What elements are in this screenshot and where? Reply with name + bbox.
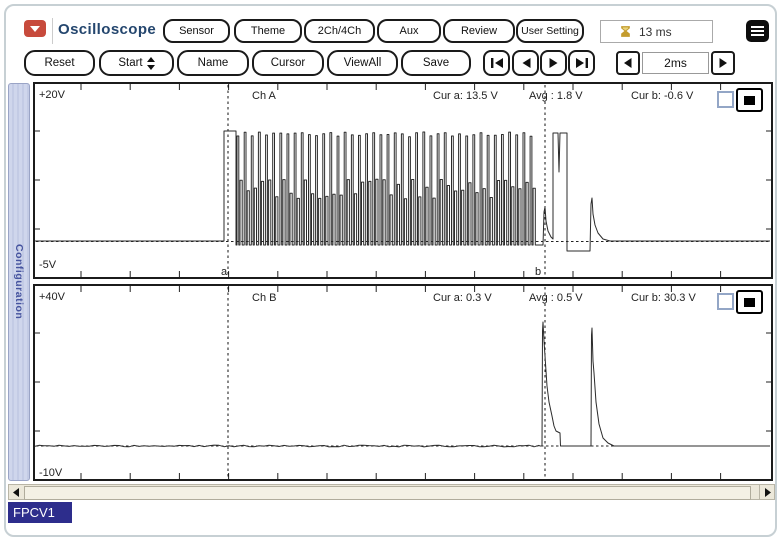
channel-b-top-voltage: +40V [39, 291, 65, 303]
channel-a-top-voltage: +20V [39, 89, 65, 101]
theme-button[interactable]: Theme [234, 19, 302, 43]
configuration-tab[interactable]: Configuration [8, 83, 30, 481]
arrow-left-icon [624, 58, 632, 68]
channel-b-waveform[interactable] [35, 286, 771, 479]
main-menu-button[interactable] [746, 20, 769, 42]
review-button[interactable]: Review [443, 19, 515, 43]
channel-b-cursor-b-readout: Cur b: 30.3 V [631, 292, 696, 304]
dropdown-arrow-icon [30, 25, 40, 32]
channel-a-pane: +20V Ch A Cur a: 13.5 V Avg : 1.8 V Cur … [33, 82, 773, 279]
channel-b-checkbox[interactable] [717, 293, 734, 310]
arrow-left-icon [12, 487, 19, 497]
channel-a-avg-readout: Avg : 1.8 V [529, 90, 583, 102]
channel-a-cursor-a-readout: Cur a: 13.5 V [433, 90, 498, 102]
app-menu-button[interactable] [24, 20, 46, 37]
channel-b-cursor-a-readout: Cur a: 0.3 V [433, 292, 492, 304]
skip-to-end-button[interactable] [568, 50, 595, 76]
arrow-right-icon [764, 487, 771, 497]
skip-end-icon [575, 58, 588, 68]
time-display: 13 ms [600, 20, 713, 43]
filled-square-icon [744, 297, 755, 307]
cursor-a-tag[interactable]: a [221, 266, 227, 278]
timebase-decrease-button[interactable] [616, 51, 640, 75]
channel-b-bottom-voltage: -10V [39, 467, 63, 479]
arrow-left-icon [522, 58, 530, 68]
start-button-label: Start [118, 57, 143, 69]
menu-icon [751, 26, 764, 28]
cursor-button[interactable]: Cursor [252, 50, 324, 76]
user-setting-button[interactable]: User Setting [516, 19, 584, 43]
save-button[interactable]: Save [401, 50, 471, 76]
timebase-increase-button[interactable] [711, 51, 735, 75]
app-title: Oscilloscope [58, 21, 157, 38]
channel-a-display-button[interactable] [736, 88, 763, 112]
channel-mode-button[interactable]: 2Ch/4Ch [304, 19, 375, 43]
step-forward-button[interactable] [540, 50, 567, 76]
channel-b-avg-readout: Avg : 0.5 V [529, 292, 583, 304]
aux-button[interactable]: Aux [377, 19, 441, 43]
timer-icon [621, 26, 630, 37]
channel-a-label: Ch A [252, 90, 276, 102]
configuration-label: Configuration [13, 244, 25, 320]
skip-to-start-button[interactable] [483, 50, 510, 76]
tab-fpcv1[interactable]: FPCV1 [8, 502, 72, 523]
channel-b-pane: +40V Ch B Cur a: 0.3 V Avg : 0.5 V Cur b… [33, 284, 773, 481]
channel-a-cursor-b-readout: Cur b: -0.6 V [631, 90, 694, 102]
arrow-right-icon [719, 58, 727, 68]
time-display-value: 13 ms [639, 24, 672, 39]
skip-start-icon [490, 58, 503, 68]
stepper-icon [146, 56, 155, 70]
channel-a-bottom-voltage: -5V [39, 259, 57, 271]
channel-b-label: Ch B [252, 292, 277, 304]
arrow-right-icon [549, 58, 557, 68]
toolbar-divider [52, 18, 53, 44]
sensor-button[interactable]: Sensor [163, 19, 230, 43]
start-button[interactable]: Start [99, 50, 174, 76]
scrollbar-thumb[interactable] [24, 486, 751, 500]
reset-button[interactable]: Reset [24, 50, 95, 76]
scroll-right-button[interactable] [759, 485, 774, 499]
channel-b-display-button[interactable] [736, 290, 763, 314]
horizontal-scrollbar[interactable] [8, 484, 775, 500]
channel-a-checkbox[interactable] [717, 91, 734, 108]
cursor-b-tag[interactable]: b [535, 266, 541, 278]
timebase-value[interactable]: 2ms [642, 52, 709, 74]
step-back-button[interactable] [512, 50, 539, 76]
view-all-button[interactable]: ViewAll [327, 50, 398, 76]
filled-square-icon [744, 95, 755, 105]
scroll-left-button[interactable] [9, 485, 23, 499]
name-button[interactable]: Name [177, 50, 249, 76]
channel-a-waveform[interactable] [35, 84, 771, 277]
